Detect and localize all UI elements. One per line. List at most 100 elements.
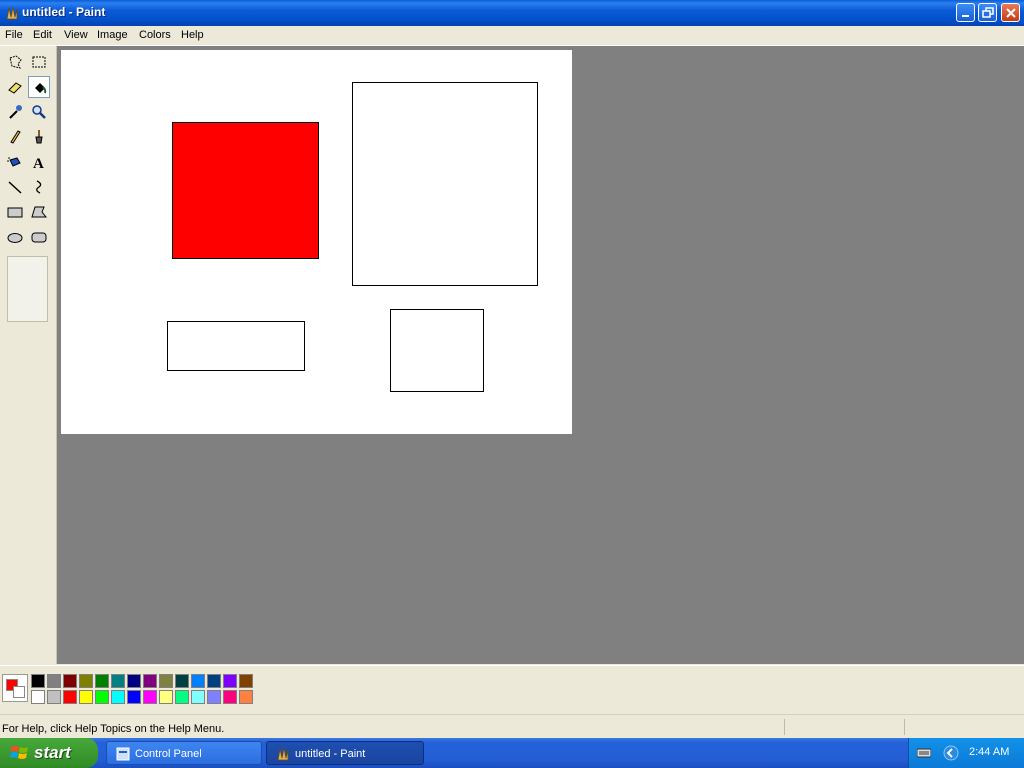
palette-swatch[interactable] [127, 674, 141, 688]
palette-swatch[interactable] [239, 674, 253, 688]
tool-line[interactable] [4, 176, 26, 198]
palette-swatch[interactable] [175, 674, 189, 688]
color-palette [0, 665, 1024, 714]
tool-airbrush[interactable] [4, 151, 26, 173]
tool-text[interactable]: A [28, 151, 50, 173]
airbrush-icon [7, 157, 21, 167]
line-icon [8, 181, 22, 194]
palette-swatch[interactable] [191, 674, 205, 688]
menu-image[interactable]: Image [97, 29, 128, 41]
tool-pencil[interactable] [4, 126, 26, 148]
palette-swatch[interactable] [143, 690, 157, 704]
curve-icon [36, 180, 42, 194]
eraser-icon [8, 82, 22, 94]
palette-swatch[interactable] [223, 690, 237, 704]
palette-swatch[interactable] [175, 690, 189, 704]
palette-swatch[interactable] [207, 690, 221, 704]
palette-swatch[interactable] [159, 674, 173, 688]
rounded-rect-icon [31, 232, 47, 243]
control-panel-icon [116, 747, 130, 761]
tool-rectangle[interactable] [4, 201, 26, 223]
start-label: start [34, 743, 71, 762]
taskbar: start Control Panel untitled - Paint 2:4… [0, 738, 1024, 768]
palette-swatch[interactable] [239, 690, 253, 704]
palette-swatch[interactable] [223, 674, 237, 688]
svg-text:A: A [33, 156, 44, 170]
status-text: For Help, click Help Topics on the Help … [2, 723, 225, 735]
tool-free-form-select[interactable] [4, 51, 26, 73]
close-icon [1006, 8, 1016, 18]
paint-app-icon [277, 747, 289, 761]
eyedropper-icon [9, 105, 22, 119]
close-button[interactable] [1001, 3, 1020, 22]
tool-ellipse[interactable] [4, 226, 26, 248]
system-tray: 2:44 AM [908, 738, 1024, 768]
palette-swatch[interactable] [63, 674, 77, 688]
palette-swatch[interactable] [143, 674, 157, 688]
palette-swatch[interactable] [47, 674, 61, 688]
window-title: untitled - Paint [22, 5, 106, 19]
tool-eraser[interactable] [4, 76, 26, 98]
palette-swatch[interactable] [95, 690, 109, 704]
menu-view[interactable]: View [64, 29, 88, 41]
start-button[interactable]: start [0, 738, 98, 768]
background-color [13, 686, 25, 698]
menu-edit[interactable]: Edit [33, 29, 52, 41]
workspace [57, 46, 1024, 664]
tool-magnifier[interactable] [28, 101, 50, 123]
magnifier-icon [32, 105, 46, 119]
menu-file[interactable]: File [5, 29, 23, 41]
palette-swatch[interactable] [111, 690, 125, 704]
tool-options-box[interactable] [7, 256, 48, 322]
menu-colors[interactable]: Colors [139, 29, 171, 41]
keyboard-icon[interactable] [917, 747, 931, 759]
tool-curve[interactable] [28, 176, 50, 198]
palette-swatch[interactable] [79, 674, 93, 688]
tool-select[interactable] [28, 51, 50, 73]
rectangle-icon [7, 207, 23, 218]
menu-help[interactable]: Help [181, 29, 204, 41]
palette-swatch[interactable] [127, 690, 141, 704]
minimize-button[interactable] [956, 3, 975, 22]
palette-swatch[interactable] [31, 674, 45, 688]
palette-swatch[interactable] [95, 674, 109, 688]
canvas-shape-large-rectangle[interactable] [352, 82, 538, 286]
canvas-shape-small-square[interactable] [390, 309, 484, 392]
palette-swatch[interactable] [79, 690, 93, 704]
toolbox: A [0, 46, 57, 664]
free-select-icon [9, 55, 22, 69]
drawing-canvas[interactable] [61, 50, 572, 434]
tool-rounded-rectangle[interactable] [28, 226, 50, 248]
menu-bar: File Edit View Image Colors Help [0, 26, 1024, 46]
palette-swatch[interactable] [47, 690, 61, 704]
taskbar-item-paint[interactable]: untitled - Paint [266, 741, 424, 765]
palette-swatch[interactable] [111, 674, 125, 688]
palette-swatch[interactable] [63, 690, 77, 704]
taskbar-item-label: untitled - Paint [295, 748, 366, 760]
palette-swatch[interactable] [159, 690, 173, 704]
canvas-shape-wide-rectangle[interactable] [167, 321, 305, 371]
fill-bucket-icon [35, 83, 47, 94]
restore-button[interactable] [978, 3, 997, 22]
status-separator [904, 719, 905, 735]
title-bar[interactable]: untitled - Paint [0, 0, 1024, 26]
palette-swatch[interactable] [31, 690, 45, 704]
tool-fill-with-color[interactable] [28, 76, 50, 98]
taskbar-item-control-panel[interactable]: Control Panel [106, 741, 262, 765]
clock: 2:44 AM [969, 746, 1010, 758]
tool-pick-color[interactable] [4, 101, 26, 123]
palette-swatch[interactable] [191, 690, 205, 704]
status-bar: For Help, click Help Topics on the Help … [0, 714, 1024, 739]
pencil-icon [10, 130, 21, 144]
show-hidden-icons-chevron-icon[interactable] [943, 745, 959, 761]
status-separator [784, 719, 785, 735]
tool-brush[interactable] [28, 126, 50, 148]
current-colors-indicator [2, 674, 28, 702]
text-icon: A [33, 156, 44, 170]
restore-icon [982, 7, 994, 18]
palette-swatch[interactable] [207, 674, 221, 688]
canvas-shape-red-square[interactable] [172, 122, 319, 259]
brush-icon [35, 130, 43, 144]
ellipse-icon [7, 233, 23, 243]
tool-polygon[interactable] [28, 201, 50, 223]
